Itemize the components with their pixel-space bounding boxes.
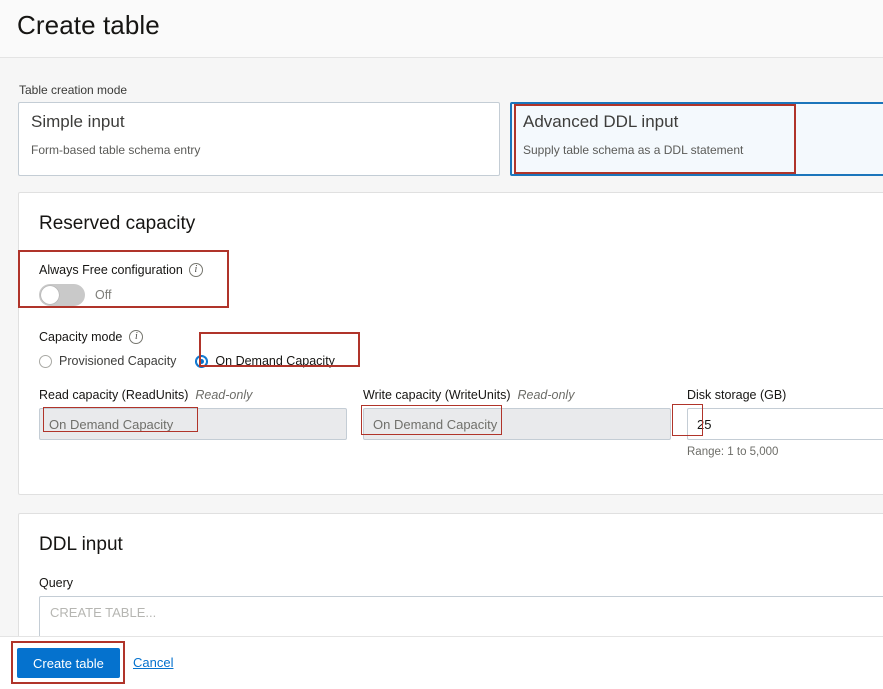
disk-storage-label: Disk storage (GB) (687, 388, 787, 402)
radio-on-demand-capacity[interactable]: On Demand Capacity (189, 350, 342, 372)
radio-button-checked-icon (195, 354, 209, 368)
always-free-toggle-row: Off (39, 284, 203, 306)
read-capacity-readonly-tag: Read-only (195, 388, 253, 402)
table-creation-mode-label: Table creation mode (19, 83, 128, 97)
reserved-capacity-panel: Reserved capacity Always Free configurat… (18, 192, 883, 495)
page-header: Create table (0, 0, 883, 58)
radio-provisioned-label: Provisioned Capacity (59, 354, 177, 368)
cancel-link[interactable]: Cancel (133, 655, 173, 670)
info-icon[interactable]: i (129, 330, 144, 344)
form-body: Table creation mode Simple input Form-ba… (0, 58, 883, 689)
query-placeholder: CREATE TABLE... (50, 605, 157, 620)
read-capacity-label: Read capacity (ReadUnits) (39, 388, 189, 402)
create-table-page: Create table Table creation mode Simple … (0, 0, 883, 689)
write-capacity-input: On Demand Capacity (363, 408, 671, 440)
disk-storage-value: 25 (697, 416, 712, 432)
mode-card-simple-subtitle: Form-based table schema entry (31, 143, 201, 157)
disk-storage-input[interactable]: 25 (687, 408, 883, 440)
disk-storage-help-text: Range: 1 to 5,000 (687, 446, 779, 458)
query-label: Query (39, 576, 74, 590)
read-capacity-label-row: Read capacity (ReadUnits) Read-only (39, 388, 347, 402)
radio-button-unchecked-icon (39, 354, 52, 368)
mode-card-advanced-title: Advanced DDL input (523, 112, 679, 131)
mode-card-advanced-ddl-input[interactable]: Advanced DDL input Supply table schema a… (510, 102, 883, 176)
write-capacity-field: Write capacity (WriteUnits) Read-only On… (363, 388, 671, 440)
read-capacity-field: Read capacity (ReadUnits) Read-only On D… (39, 388, 347, 440)
write-capacity-label: Write capacity (WriteUnits) (363, 388, 511, 402)
reserved-capacity-title: Reserved capacity (39, 213, 196, 234)
radio-on-demand-label: On Demand Capacity (215, 354, 335, 368)
always-free-configuration-group: Always Free configuration i Off (39, 263, 203, 306)
write-capacity-readonly-tag: Read-only (517, 388, 575, 402)
capacity-mode-label-row: Capacity mode i (39, 330, 342, 344)
always-free-label: Always Free configuration (39, 263, 183, 277)
mode-card-simple-title: Simple input (31, 112, 125, 131)
capacity-mode-label: Capacity mode (39, 330, 123, 344)
read-capacity-value: On Demand Capacity (49, 416, 174, 432)
disk-storage-field: Disk storage (GB) 25 Range: 1 to 5,000 (687, 388, 883, 458)
mode-card-advanced-subtitle: Supply table schema as a DDL statement (523, 143, 744, 157)
always-free-state-text: Off (95, 288, 112, 302)
read-capacity-input: On Demand Capacity (39, 408, 347, 440)
table-creation-mode-options: Simple input Form-based table schema ent… (18, 102, 883, 176)
always-free-toggle[interactable] (39, 284, 85, 306)
capacity-mode-radio-row: Provisioned Capacity On Demand Capacity (39, 350, 342, 372)
write-capacity-label-row: Write capacity (WriteUnits) Read-only (363, 388, 671, 402)
info-icon[interactable]: i (188, 263, 203, 277)
footer-action-bar: Create table Cancel (0, 636, 883, 689)
disk-storage-label-row: Disk storage (GB) (687, 388, 883, 402)
toggle-knob (41, 286, 59, 304)
mode-card-simple-input[interactable]: Simple input Form-based table schema ent… (18, 102, 500, 176)
page-title: Create table (17, 10, 160, 40)
ddl-input-title: DDL input (39, 534, 123, 555)
write-capacity-value: On Demand Capacity (373, 416, 498, 432)
capacity-mode-group: Capacity mode i Provisioned Capacity On … (39, 330, 342, 372)
create-table-button[interactable]: Create table (17, 648, 120, 678)
radio-provisioned-capacity[interactable]: Provisioned Capacity (39, 354, 176, 368)
always-free-label-row: Always Free configuration i (39, 263, 203, 277)
